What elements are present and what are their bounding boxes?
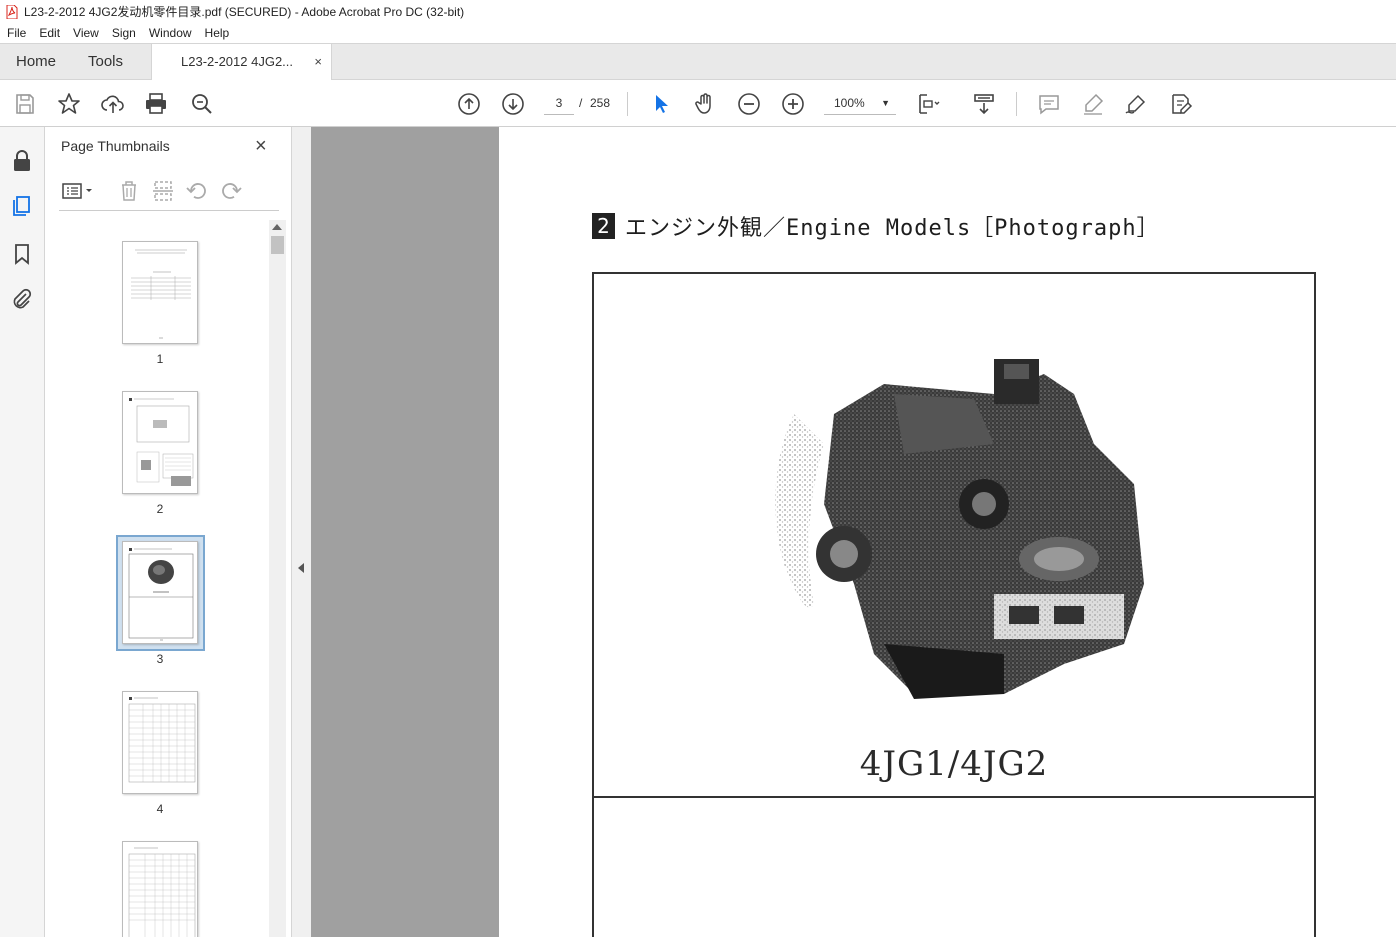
toolbar-divider — [627, 92, 628, 116]
panel-collapse-handle[interactable] — [292, 127, 311, 937]
scrollbar-thumb[interactable] — [271, 236, 284, 254]
thumbnail-page-3[interactable] — [122, 541, 198, 644]
thumbnails-panel: Page Thumbnails × 1 2 3 4 — [45, 127, 292, 937]
menu-window[interactable]: Window — [142, 26, 198, 40]
tab-close-icon[interactable]: × — [314, 44, 322, 80]
bookmark-icon[interactable] — [10, 242, 34, 266]
panel-close-icon[interactable]: × — [255, 135, 267, 158]
thumbnail-page-4[interactable] — [122, 691, 198, 794]
thumbnail-label-2: 2 — [156, 502, 164, 516]
comment-icon[interactable] — [1036, 91, 1062, 117]
search-zoom-icon[interactable] — [189, 91, 215, 117]
menu-help[interactable]: Help — [198, 26, 236, 40]
tab-document-label: L23-2-2012 4JG2... — [181, 54, 294, 69]
panel-toolbar — [59, 179, 279, 211]
trash-icon[interactable] — [117, 179, 141, 203]
pdf-page: 2 エンジン外観／Engine Models［Photograph］ 4JG1/… — [499, 127, 1396, 937]
page-total: 258 — [590, 96, 611, 110]
print-icon[interactable] — [143, 91, 169, 117]
scroll-mode-icon[interactable] — [971, 91, 997, 117]
frame-divider — [594, 796, 1314, 798]
tab-document[interactable]: L23-2-2012 4JG2... × — [151, 44, 332, 81]
tab-tools[interactable]: Tools — [88, 44, 123, 80]
scroll-up-icon[interactable] — [272, 224, 282, 230]
prev-page-icon[interactable] — [456, 91, 482, 117]
edit-pdf-icon[interactable] — [1168, 91, 1194, 117]
thumbnail-label-4: 4 — [156, 802, 164, 816]
thumbnail-page-2[interactable] — [122, 391, 198, 494]
toolbar-divider-2 — [1016, 92, 1017, 116]
page-separator: / — [579, 96, 583, 110]
save-icon[interactable] — [12, 91, 38, 117]
title-bar: L23-2-2012 4JG2发动机零件目录.pdf (SECURED) - A… — [0, 0, 1396, 23]
menu-edit[interactable]: Edit — [32, 26, 66, 40]
main-toolbar: 3 / 258 100% ▼ — [0, 80, 1396, 127]
tab-bar: Home Tools L23-2-2012 4JG2... × — [0, 43, 1396, 81]
thumbnail-2-preview — [129, 398, 194, 486]
navigation-rail — [0, 127, 45, 937]
pages-icon[interactable] — [10, 194, 34, 218]
thumbnail-4-preview — [128, 697, 196, 783]
star-icon[interactable] — [56, 91, 82, 117]
thumbnail-5-preview — [128, 847, 196, 937]
engine-photograph — [775, 359, 1144, 699]
sign-icon[interactable] — [1123, 91, 1149, 117]
tab-home[interactable]: Home — [16, 44, 56, 80]
thumbnail-page-1[interactable] — [122, 241, 198, 344]
thumbnail-scrollbar[interactable] — [269, 220, 286, 937]
insert-pages-icon[interactable] — [151, 179, 175, 203]
page-heading: 2 エンジン外観／Engine Models［Photograph］ — [592, 210, 1160, 242]
attachment-icon[interactable] — [10, 287, 34, 311]
thumbnail-3-preview — [128, 548, 194, 641]
engine-caption: 4JG1/4JG2 — [859, 744, 1049, 784]
thumbnail-page-5[interactable] — [122, 841, 198, 937]
thumbnail-1-preview — [131, 249, 191, 339]
collapse-arrow-icon[interactable] — [298, 563, 304, 573]
thumbnail-label-3: 3 — [156, 652, 164, 666]
lock-icon[interactable] — [10, 149, 34, 173]
next-page-icon[interactable] — [500, 91, 526, 117]
select-arrow-icon[interactable] — [648, 91, 674, 117]
photo-frame: 4JG1/4JG2 — [592, 272, 1316, 937]
window-title: L23-2-2012 4JG2发动机零件目录.pdf (SECURED) - A… — [24, 5, 465, 19]
zoom-in-icon[interactable] — [780, 91, 806, 117]
page-display-icon[interactable] — [916, 91, 942, 117]
zoom-select[interactable]: 100% ▼ — [824, 91, 896, 115]
menu-sign[interactable]: Sign — [105, 26, 142, 40]
menu-file[interactable]: File — [0, 26, 32, 40]
heading-text: エンジン外観／Engine Models［Photograph］ — [625, 216, 1160, 241]
zoom-out-icon[interactable] — [736, 91, 762, 117]
menu-bar: File Edit View Sign Window Help — [0, 23, 1396, 43]
panel-title: Page Thumbnails — [61, 138, 170, 154]
section-number-badge: 2 — [592, 213, 615, 239]
page-number-input[interactable]: 3 — [544, 91, 574, 115]
chevron-down-icon: ▼ — [881, 98, 890, 108]
highlight-icon[interactable] — [1080, 91, 1106, 117]
upload-icon[interactable] — [100, 91, 126, 117]
acrobat-app-icon — [6, 4, 18, 19]
document-viewport[interactable]: 2 エンジン外観／Engine Models［Photograph］ 4JG1/… — [311, 127, 1396, 937]
thumbnail-options-icon[interactable] — [61, 179, 95, 203]
rotate-left-icon[interactable] — [185, 179, 209, 203]
hand-icon[interactable] — [692, 91, 718, 117]
zoom-value: 100% — [834, 96, 865, 110]
menu-view[interactable]: View — [66, 26, 105, 40]
rotate-right-icon[interactable] — [219, 179, 243, 203]
thumbnail-label-1: 1 — [156, 352, 164, 366]
